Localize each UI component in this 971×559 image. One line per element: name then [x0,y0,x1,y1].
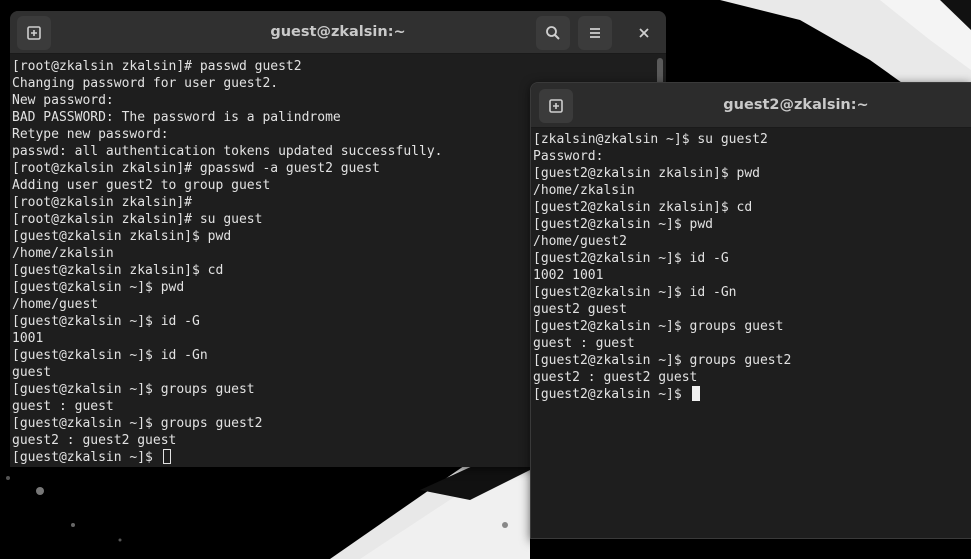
terminal-line: /home/zkalsin [533,183,635,198]
text-cursor [691,386,700,401]
search-icon [545,25,561,41]
shell-prompt: [guest@zkalsin ~]$ [12,450,153,465]
terminal-line: [guest2@zkalsin zkalsin]$ cd [533,200,753,215]
shell-prompt: [guest2@zkalsin ~]$ [533,387,682,402]
close-button[interactable] [627,16,661,50]
close-icon [638,27,650,39]
terminal-line: [guest2@zkalsin ~]$ id -Gn [533,285,737,300]
terminal-line: [guest2@zkalsin zkalsin]$ pwd [533,166,760,181]
menu-button[interactable] [578,16,612,50]
headerbar[interactable]: guest@zkalsin:~ [10,11,666,54]
terminal-line: 1002 1001 [533,268,604,283]
terminal-line: [root@zkalsin zkalsin]# passwd guest2 [12,59,302,74]
terminal-output[interactable]: [zkalsin@zkalsin ~]$ su guest2 Password: [… [531,128,971,538]
terminal-line: guest2 guest [533,302,627,317]
new-tab-button[interactable] [539,89,573,123]
search-button[interactable] [536,16,570,50]
window-title: guest2@zkalsin:~ [723,97,869,113]
terminal-line: guest : guest [533,336,635,351]
terminal-line: /home/guest2 [533,234,627,249]
terminal-line: [guest2@zkalsin ~]$ id -G [533,251,729,266]
terminal-line: [guest2@zkalsin ~]$ groups guest [533,319,784,334]
text-cursor [162,449,171,464]
terminal-prompt-line[interactable]: [guest2@zkalsin ~]$ [533,386,971,403]
headerbar[interactable]: guest2@zkalsin:~ [531,83,971,128]
terminal-line: [guest2@zkalsin ~]$ groups guest2 [533,353,792,368]
terminal-line: [guest2@zkalsin ~]$ pwd [533,217,714,232]
hamburger-menu-icon [587,25,603,41]
new-tab-icon [548,98,564,114]
terminal-line: guest2 : guest2 guest [533,370,698,385]
terminal-line: [zkalsin@zkalsin ~]$ su guest2 [533,132,768,147]
terminal-line: Password: [533,149,604,164]
terminal-window-guest2[interactable]: guest2@zkalsin:~ [zkalsin@zkalsin ~]$ su… [530,82,971,539]
